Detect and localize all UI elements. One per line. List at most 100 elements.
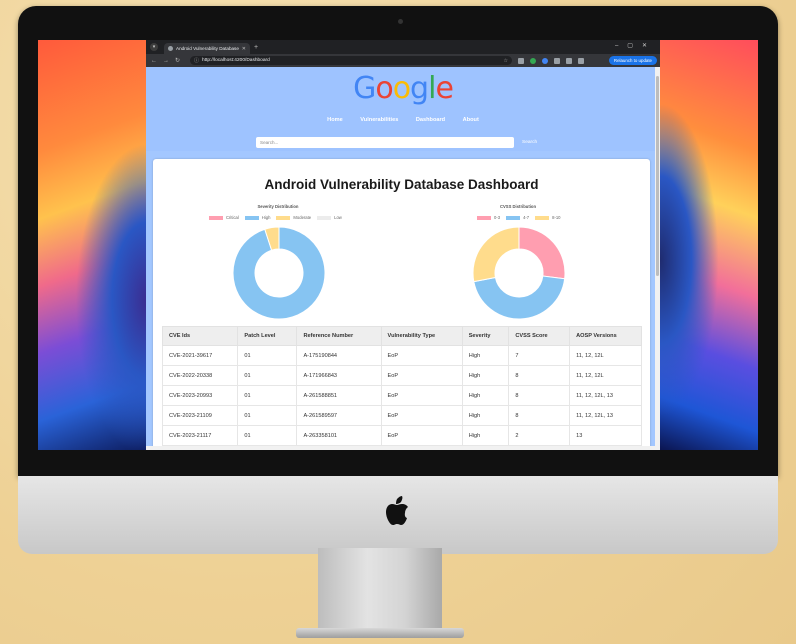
table-cell: 01 — [237, 425, 298, 446]
table-cell: High — [461, 405, 510, 426]
table-cell: 01 — [237, 405, 298, 426]
nav-buttons-icon[interactable]: ←→↻ — [151, 57, 186, 64]
donut-slice-0-3[interactable] — [518, 226, 566, 280]
table-header-cell[interactable]: Severity — [461, 326, 510, 346]
table-cell: 8 — [508, 385, 571, 406]
table-cell: CVE-2022-20338 — [161, 365, 239, 386]
puzzle-icon[interactable] — [554, 57, 561, 64]
scroll-thumb[interactable] — [656, 76, 659, 276]
tab-strip: ▾ Android Vulnerability Database ✕ + –▢✕ — [146, 40, 660, 54]
cvss-donut-chart — [472, 226, 566, 320]
camera-icon — [398, 19, 403, 24]
wallpaper-left — [38, 40, 146, 450]
tab-active[interactable]: Android Vulnerability Database ✕ — [164, 43, 250, 54]
search-row: Search... Search — [256, 137, 537, 148]
legend-label: High — [261, 215, 271, 220]
table-cell: 7 — [508, 345, 571, 366]
table-cell: 11, 12, 12L, 13 — [569, 405, 642, 426]
table-cell: A-175190844 — [296, 345, 382, 366]
table-row[interactable]: CVE-2022-20338 01 A-171966843 EoP High 8 11, 1… — [161, 365, 642, 386]
table-cell: EoP — [380, 385, 463, 406]
imac-stand — [318, 548, 442, 634]
google-logo[interactable]: Google — [146, 71, 660, 106]
table-header-cell[interactable]: Vulnerability Type — [380, 326, 463, 346]
tab-title: Android Vulnerability Database — [176, 46, 239, 51]
horizontal-scrollbar[interactable] — [146, 446, 655, 450]
omnibox[interactable]: ⓘ http://localhost:4200/Dashboard ☆ — [190, 56, 513, 65]
legend-item[interactable]: Low — [317, 215, 342, 220]
legend-item[interactable]: Critical — [209, 215, 239, 220]
legend-swatch — [535, 215, 550, 220]
legend-item[interactable]: 8-10 — [535, 215, 561, 220]
cve-table: CVE Ids Patch Level Reference Number Vulner… — [161, 326, 642, 446]
main-nav: Home Vulnerabilities Dashboard About — [146, 117, 660, 123]
table-cell: High — [461, 365, 510, 386]
extension-green-icon[interactable] — [530, 57, 537, 64]
page-viewport: Google Home Vulnerabilities Dashboard Ab… — [146, 67, 660, 450]
table-cell: CVE-2021-39617 — [161, 345, 239, 366]
close-tab-icon[interactable]: ✕ — [242, 46, 246, 52]
tab-search-icon[interactable]: ▾ — [150, 43, 158, 51]
logo-letter: o — [375, 71, 393, 106]
nav-about[interactable]: About — [463, 117, 479, 123]
donut-slice-4-7[interactable] — [473, 275, 566, 320]
donut-slice-8-10[interactable] — [472, 226, 520, 283]
legend-swatch — [209, 215, 223, 220]
table-cell: 01 — [237, 385, 298, 406]
nav-dashboard[interactable]: Dashboard — [416, 117, 445, 123]
legend-item[interactable]: High — [244, 215, 271, 220]
legend-swatch — [244, 215, 259, 220]
table-cell: 11, 12, 12L — [569, 365, 642, 386]
legend-label: 0-3 — [494, 215, 501, 220]
download-icon[interactable] — [566, 57, 573, 64]
legend-swatch — [477, 215, 491, 220]
table-row[interactable]: CVE-2023-21109 01 A-261589597 EoP High 8 11, 1… — [161, 405, 642, 426]
search-input[interactable]: Search... — [256, 137, 514, 148]
dashboard-card: Android Vulnerability Database Dashboard… — [153, 159, 650, 450]
table-header-cell[interactable]: CVSS Score — [508, 326, 571, 346]
severity-legend: Critical High Moderate Low — [209, 215, 342, 220]
nav-vulnerabilities[interactable]: Vulnerabilities — [360, 117, 398, 123]
table-header-cell[interactable]: Reference Number — [296, 326, 382, 346]
table-cell: EoP — [380, 405, 463, 426]
legend-swatch — [506, 215, 521, 220]
favicon-icon — [168, 46, 173, 51]
table-cell: EoP — [380, 345, 463, 366]
table-header-cell[interactable]: CVE Ids — [161, 326, 239, 346]
extension-blue-icon[interactable] — [542, 57, 549, 64]
legend-label: Critical — [226, 215, 239, 220]
relaunch-button[interactable]: Relaunch to update — [608, 56, 657, 65]
table-header-cell[interactable]: Patch Level — [237, 326, 298, 346]
table-body: CVE-2021-39617 01 A-175190844 EoP High 7 11, 1… — [161, 345, 642, 446]
table-row[interactable]: CVE-2021-39617 01 A-175190844 EoP High 7 11, 1… — [161, 345, 642, 366]
extension-icon[interactable] — [518, 57, 525, 64]
table-cell: 2 — [508, 425, 571, 446]
table-row[interactable]: CVE-2023-20993 01 A-261588851 EoP High 8 11, 1… — [161, 385, 642, 406]
imac-chin — [18, 476, 778, 554]
table-header-cell[interactable]: AOSP Versions — [569, 326, 642, 346]
table-cell: 11, 12, 12L — [569, 345, 642, 366]
table-cell: 01 — [237, 365, 298, 386]
new-tab-icon[interactable]: + — [254, 44, 258, 51]
sidepanel-icon[interactable] — [578, 57, 585, 64]
wallpaper-right — [660, 40, 758, 450]
legend-item[interactable]: Moderate — [276, 215, 311, 220]
legend-item[interactable]: 0-3 — [477, 215, 500, 220]
table-cell: EoP — [380, 425, 463, 446]
legend-item[interactable]: 4-7 — [506, 215, 529, 220]
screen: ▾ Android Vulnerability Database ✕ + –▢✕… — [38, 40, 758, 450]
search-button[interactable]: Search — [522, 140, 537, 145]
display-bezel: ▾ Android Vulnerability Database ✕ + –▢✕… — [18, 6, 778, 476]
site-info-icon[interactable]: ⓘ — [194, 57, 199, 64]
table-cell: 11, 12, 12L, 13 — [569, 385, 642, 406]
table-cell: A-261588851 — [296, 385, 382, 406]
table-cell: High — [461, 345, 510, 366]
window-controls[interactable]: –▢✕ — [615, 42, 656, 49]
logo-letter: g — [410, 71, 429, 106]
logo-letter: e — [435, 71, 453, 106]
nav-home[interactable]: Home — [327, 117, 343, 123]
table-row[interactable]: CVE-2023-21117 01 A-263358101 EoP High 2 13 — [161, 425, 642, 446]
table-cell: High — [461, 385, 510, 406]
bookmark-star-icon[interactable]: ☆ — [504, 58, 508, 64]
table-cell: High — [461, 425, 510, 446]
